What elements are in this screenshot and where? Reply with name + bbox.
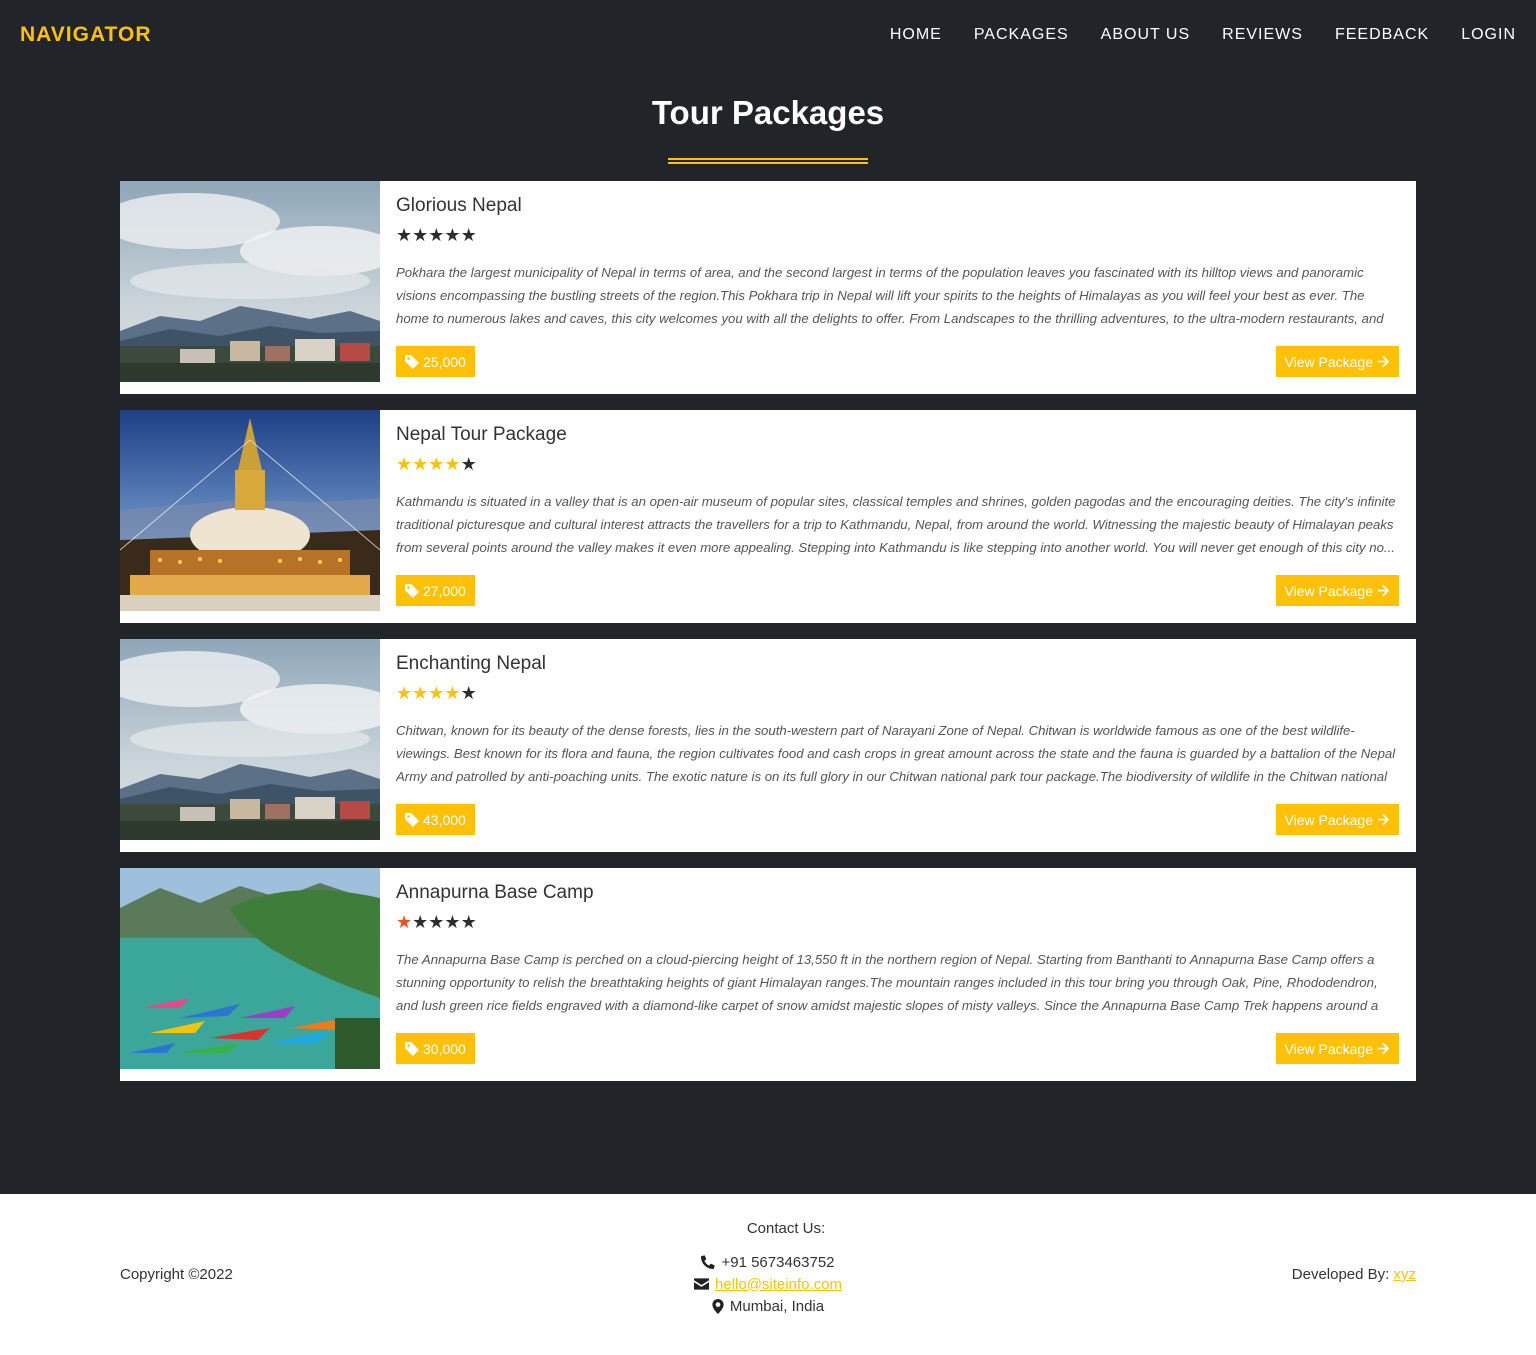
star-icon: ★ bbox=[396, 454, 413, 474]
view-package-button[interactable]: View Package bbox=[1275, 804, 1399, 835]
nav-link-home[interactable]: HOME bbox=[890, 26, 942, 44]
view-package-button[interactable]: View Package bbox=[1275, 575, 1399, 606]
developer-link[interactable]: xyz bbox=[1394, 1266, 1417, 1283]
star-icon: ★ bbox=[428, 454, 445, 474]
star-icon: ★ bbox=[412, 912, 429, 932]
star-icon: ★ bbox=[460, 454, 477, 474]
star-icon: ★ bbox=[428, 225, 445, 245]
package-card: Nepal Tour Package ★★★★★ Kathmandu is si… bbox=[120, 410, 1416, 623]
price-badge: 25,000 bbox=[396, 346, 475, 377]
map-marker-icon bbox=[712, 1298, 724, 1314]
tag-icon bbox=[405, 1041, 419, 1056]
star-icon: ★ bbox=[444, 454, 461, 474]
arrow-right-icon bbox=[1377, 355, 1390, 368]
star-icon: ★ bbox=[460, 225, 477, 245]
developer-credit: Developed By: xyz bbox=[1292, 1266, 1416, 1283]
title-underline bbox=[668, 158, 868, 164]
price-badge: 43,000 bbox=[396, 804, 475, 835]
package-card: Enchanting Nepal ★★★★★ Chitwan, known fo… bbox=[120, 639, 1416, 852]
view-package-button[interactable]: View Package bbox=[1275, 1033, 1399, 1064]
package-card: Glorious Nepal ★★★★★ Pokhara the largest… bbox=[120, 181, 1416, 394]
tag-icon bbox=[405, 354, 419, 369]
star-icon: ★ bbox=[444, 912, 461, 932]
star-icon: ★ bbox=[396, 225, 413, 245]
package-description: Chitwan, known for its beauty of the den… bbox=[396, 723, 1396, 785]
view-package-label: View Package bbox=[1284, 1040, 1373, 1057]
star-icon: ★ bbox=[444, 225, 461, 245]
price-text: 27,000 bbox=[423, 582, 466, 599]
package-body: Annapurna Base Camp ★★★★★ The Annapurna … bbox=[380, 868, 1416, 1081]
star-rating: ★★★★★ bbox=[396, 683, 1399, 705]
price-text: 25,000 bbox=[423, 353, 466, 370]
nav-link-about-us[interactable]: ABOUT US bbox=[1101, 26, 1191, 44]
page-title: Tour Packages bbox=[651, 94, 885, 131]
price-badge: 30,000 bbox=[396, 1033, 475, 1064]
nav-link-feedback[interactable]: FEEDBACK bbox=[1335, 26, 1429, 44]
package-description: Kathmandu is situated in a valley that i… bbox=[396, 494, 1396, 556]
star-icon: ★ bbox=[396, 912, 413, 932]
view-package-label: View Package bbox=[1284, 353, 1373, 370]
envelope-icon bbox=[694, 1278, 710, 1290]
nav-links: HOME PACKAGES ABOUT US REVIEWS FEEDBACK … bbox=[858, 26, 1516, 44]
package-image bbox=[120, 410, 380, 611]
arrow-right-icon bbox=[1377, 584, 1390, 597]
star-icon: ★ bbox=[460, 912, 477, 932]
package-title: Enchanting Nepal bbox=[396, 653, 546, 674]
view-package-label: View Package bbox=[1284, 582, 1373, 599]
view-package-label: View Package bbox=[1284, 811, 1373, 828]
address-text: Mumbai, India bbox=[729, 1297, 825, 1315]
contact-heading: Contact Us: bbox=[746, 1220, 826, 1237]
nav-link-login[interactable]: LOGIN bbox=[1461, 26, 1516, 44]
phone-number: +91 5673463752 bbox=[721, 1253, 835, 1271]
star-icon: ★ bbox=[412, 454, 429, 474]
star-rating: ★★★★★ bbox=[396, 225, 1399, 247]
package-description: Pokhara the largest municipality of Nepa… bbox=[396, 265, 1384, 327]
package-title: Glorious Nepal bbox=[396, 195, 522, 216]
tag-icon bbox=[405, 812, 419, 827]
view-package-button[interactable]: View Package bbox=[1275, 346, 1399, 377]
price-badge: 27,000 bbox=[396, 575, 475, 606]
star-icon: ★ bbox=[428, 912, 445, 932]
arrow-right-icon bbox=[1377, 1042, 1390, 1055]
package-body: Glorious Nepal ★★★★★ Pokhara the largest… bbox=[380, 181, 1416, 394]
package-title: Annapurna Base Camp bbox=[396, 882, 594, 903]
star-icon: ★ bbox=[444, 683, 461, 703]
price-text: 30,000 bbox=[423, 1040, 466, 1057]
package-card: Annapurna Base Camp ★★★★★ The Annapurna … bbox=[120, 868, 1416, 1081]
email-link[interactable]: hello@siteinfo.com bbox=[715, 1276, 842, 1293]
nav-link-packages[interactable]: PACKAGES bbox=[974, 26, 1069, 44]
nav-link-reviews[interactable]: REVIEWS bbox=[1222, 26, 1303, 44]
contact-address: Mumbai, India bbox=[0, 1295, 1536, 1317]
brand-logo[interactable]: NAVIGATOR bbox=[20, 23, 152, 47]
package-body: Nepal Tour Package ★★★★★ Kathmandu is si… bbox=[380, 410, 1416, 623]
developed-by-label: Developed By: bbox=[1291, 1266, 1390, 1283]
star-icon: ★ bbox=[412, 683, 429, 703]
star-icon: ★ bbox=[428, 683, 445, 703]
tag-icon bbox=[405, 583, 419, 598]
price-text: 43,000 bbox=[423, 811, 466, 828]
package-list: Glorious Nepal ★★★★★ Pokhara the largest… bbox=[120, 181, 1416, 1097]
star-icon: ★ bbox=[412, 225, 429, 245]
star-rating: ★★★★★ bbox=[396, 912, 1399, 934]
package-image bbox=[120, 868, 380, 1069]
package-description: The Annapurna Base Camp is perched on a … bbox=[396, 952, 1379, 1014]
package-body: Enchanting Nepal ★★★★★ Chitwan, known fo… bbox=[380, 639, 1416, 852]
star-icon: ★ bbox=[396, 683, 413, 703]
star-rating: ★★★★★ bbox=[396, 454, 1399, 476]
phone-icon bbox=[701, 1255, 716, 1269]
package-title: Nepal Tour Package bbox=[396, 424, 567, 445]
package-image bbox=[120, 639, 380, 840]
package-image bbox=[120, 181, 380, 382]
navbar: NAVIGATOR HOME PACKAGES ABOUT US REVIEWS… bbox=[0, 0, 1536, 70]
arrow-right-icon bbox=[1377, 813, 1390, 826]
star-icon: ★ bbox=[460, 683, 477, 703]
footer: Copyright ©2022 Contact Us: +91 56734637… bbox=[0, 1194, 1536, 1355]
